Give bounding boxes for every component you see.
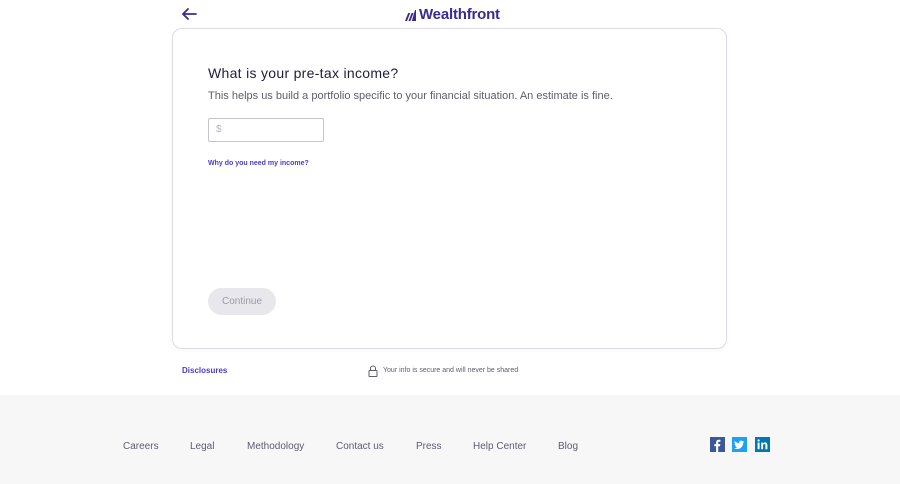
wealthfront-logo[interactable]: Wealthfront (405, 6, 500, 24)
security-text: Your info is secure and will never be sh… (383, 367, 519, 374)
facebook-link[interactable] (710, 437, 725, 452)
continue-button[interactable]: Continue (208, 288, 276, 315)
facebook-icon (710, 437, 725, 452)
footer-link-legal[interactable]: Legal (190, 441, 214, 453)
currency-prefix: $ (216, 124, 222, 135)
security-note: Your info is secure and will never be sh… (368, 365, 518, 377)
wealthfront-mark-icon (405, 9, 416, 21)
footer-link-help-center[interactable]: Help Center (473, 441, 526, 453)
footer: Careers Legal Methodology Contact us Pre… (0, 395, 900, 484)
footer-link-methodology[interactable]: Methodology (247, 441, 304, 453)
income-field[interactable]: $ (208, 118, 324, 142)
page-title: What is your pre-tax income? (208, 65, 399, 81)
logo-text: Wealthfront (419, 6, 500, 23)
lock-icon (368, 365, 378, 377)
twitter-link[interactable] (732, 437, 747, 452)
arrow-left-icon (182, 8, 197, 20)
linkedin-link[interactable] (755, 437, 770, 452)
footer-link-careers[interactable]: Careers (123, 441, 159, 453)
disclosures-link[interactable]: Disclosures (182, 366, 227, 376)
footer-link-press[interactable]: Press (416, 441, 442, 453)
footer-link-contact-us[interactable]: Contact us (336, 441, 384, 453)
back-button[interactable] (180, 5, 198, 23)
why-income-link[interactable]: Why do you need my income? (208, 159, 309, 168)
helper-text: This helps us build a portfolio specific… (208, 90, 613, 102)
income-question-card: What is your pre-tax income? This helps … (172, 28, 727, 349)
twitter-icon (732, 437, 747, 452)
income-input[interactable] (225, 121, 319, 139)
linkedin-icon (755, 437, 770, 452)
footer-link-blog[interactable]: Blog (558, 441, 578, 453)
